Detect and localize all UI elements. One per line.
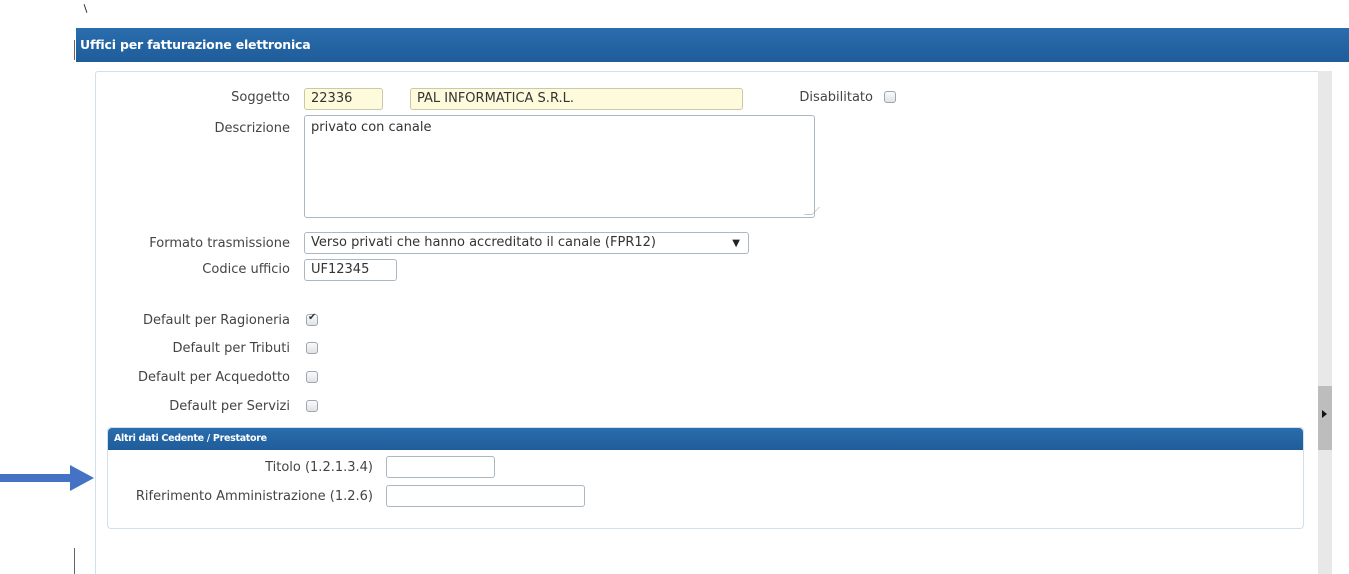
- arrow-right-icon: [0, 465, 94, 491]
- formato-trasmissione-label: Formato trasmissione: [149, 236, 290, 251]
- codice-ufficio-label: Codice ufficio: [202, 262, 290, 277]
- scrollbar-thumb[interactable]: [1318, 386, 1332, 450]
- soggetto-code-field[interactable]: 22336: [304, 88, 383, 110]
- left-divider: [74, 40, 75, 60]
- stray-mark: [83, 4, 88, 13]
- left-divider: [74, 548, 75, 574]
- panel-title: Uffici per fatturazione elettronica: [76, 28, 1349, 62]
- default-ragioneria-checkbox[interactable]: [306, 312, 318, 326]
- disabilitato-checkbox[interactable]: [884, 91, 896, 103]
- altri-dati-panel: Altri dati Cedente / Prestatore: [107, 427, 1304, 529]
- chevron-down-icon: ▼: [732, 238, 740, 249]
- titolo-label: Titolo (1.2.1.3.4): [265, 460, 373, 475]
- altri-dati-title: Altri dati Cedente / Prestatore: [108, 428, 1303, 450]
- formato-trasmissione-select[interactable]: Verso privati che hanno accreditato il c…: [304, 232, 749, 254]
- descrizione-value: privato con canale: [311, 120, 432, 135]
- default-ragioneria-label: Default per Ragioneria: [142, 313, 290, 328]
- default-tributi-checkbox[interactable]: [306, 342, 318, 354]
- default-servizi-checkbox[interactable]: [306, 400, 318, 412]
- titolo-field[interactable]: [386, 456, 495, 478]
- disabilitato-label: Disabilitato: [799, 90, 873, 105]
- codice-ufficio-field[interactable]: UF12345: [304, 259, 397, 281]
- riferimento-amministrazione-field[interactable]: [386, 485, 585, 507]
- default-acquedotto-label: Default per Acquedotto: [137, 370, 290, 385]
- default-tributi-label: Default per Tributi: [172, 341, 290, 356]
- default-acquedotto-checkbox[interactable]: [306, 371, 318, 383]
- formato-trasmissione-value: Verso privati che hanno accreditato il c…: [311, 235, 656, 250]
- descrizione-textarea[interactable]: privato con canale: [304, 115, 820, 218]
- descrizione-label: Descrizione: [214, 121, 290, 136]
- soggetto-name-field[interactable]: PAL INFORMATICA S.R.L.: [410, 88, 743, 110]
- expand-arrow-icon[interactable]: [1322, 410, 1327, 418]
- default-servizi-label: Default per Servizi: [169, 399, 290, 414]
- riferimento-amministrazione-label: Riferimento Amministrazione (1.2.6): [135, 489, 373, 504]
- vertical-scrollbar[interactable]: [1318, 71, 1332, 574]
- soggetto-label: Soggetto: [231, 90, 290, 105]
